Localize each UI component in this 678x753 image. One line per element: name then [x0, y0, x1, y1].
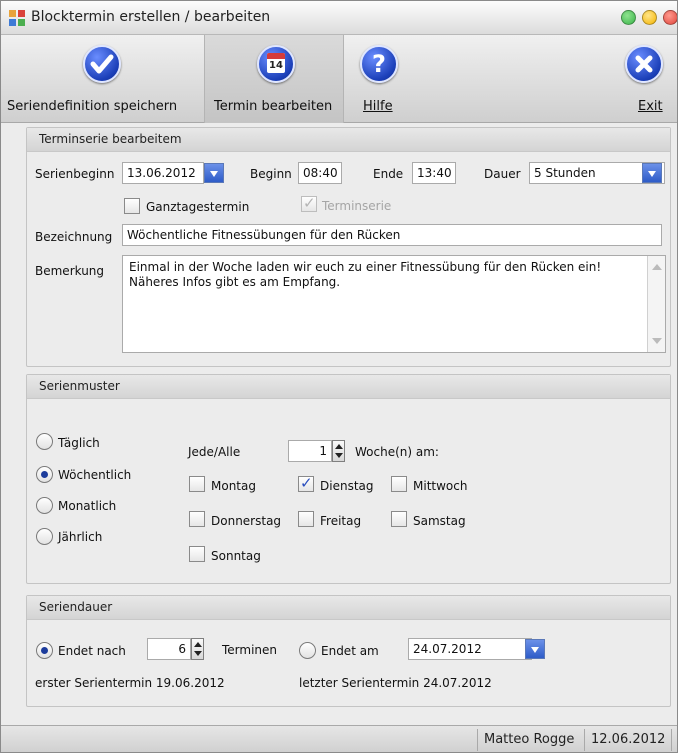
ende-time-field[interactable]: 13:40 — [412, 162, 456, 184]
beginn-time-field[interactable]: 08:40 — [298, 162, 342, 184]
save-series-label: Seriendefinition speichern — [7, 99, 178, 114]
endet-am-dropdown-button[interactable] — [525, 639, 545, 659]
terminen-label: Terminen — [222, 643, 278, 657]
day-checkbox-dienstag[interactable] — [298, 474, 314, 492]
dialog-window: Blocktermin erstellen / bearbeiten Serie… — [0, 0, 678, 753]
calendar-day-number: 14 — [269, 60, 283, 71]
bemerkung-line-1: Einmal in der Woche laden wir euch zu ei… — [129, 260, 602, 274]
day-label-samstag: Samstag — [413, 514, 466, 528]
first-occurrence-text: erster Serientermin 19.06.2012 — [35, 676, 225, 690]
ganztagestermin-label: Ganztagestermin — [146, 200, 250, 214]
endet-am-label: Endet am — [321, 644, 379, 658]
day-checkbox-mittwoch[interactable] — [391, 476, 407, 492]
help-icon: ? — [360, 45, 398, 83]
exit-label: Exit — [638, 99, 663, 114]
radio-woechentlich[interactable] — [36, 466, 53, 483]
count-spinner[interactable] — [191, 638, 204, 660]
jede-alle-label: Jede/Alle — [188, 445, 241, 459]
close-icon — [625, 45, 663, 83]
last-occurrence-text: letzter Serientermin 24.07.2012 — [299, 676, 492, 690]
count-field[interactable]: 6 — [147, 638, 191, 660]
radio-endet-nach[interactable] — [36, 642, 53, 659]
day-label-freitag: Freitag — [320, 514, 362, 528]
bezeichnung-field[interactable]: Wöchentliche Fitnessübungen für den Rück… — [122, 224, 662, 246]
edit-appointment-label: Termin bearbeiten — [214, 99, 333, 114]
checkmark-icon — [83, 45, 121, 83]
ende-label: Ende — [373, 167, 404, 181]
radio-jaehrlich[interactable] — [36, 528, 53, 545]
woche-label: Woche(n) am: — [355, 445, 439, 459]
beginn-label: Beginn — [250, 167, 292, 181]
maximize-button[interactable] — [642, 10, 657, 25]
edit-appointment-button[interactable]: 14 Termin bearbeiten — [204, 35, 344, 123]
bemerkung-line-2: Näheres Infos gibt es am Empfang. — [129, 275, 341, 289]
day-label-montag: Montag — [211, 479, 256, 493]
day-label-sonntag: Sonntag — [211, 549, 261, 563]
dauer-label: Dauer — [484, 167, 521, 181]
interval-spinner[interactable] — [332, 440, 345, 462]
day-label-dienstag: Dienstag — [320, 479, 374, 493]
bemerkung-label: Bemerkung — [35, 264, 105, 278]
jaehrlich-label: Jährlich — [58, 530, 103, 544]
serienmuster-header: Serienmuster — [27, 375, 670, 399]
radio-taeglich[interactable] — [36, 433, 53, 450]
woechentlich-label: Wöchentlich — [58, 468, 132, 482]
day-checkbox-freitag[interactable] — [298, 511, 314, 527]
bemerkung-textarea[interactable]: Einmal in der Woche laden wir euch zu ei… — [122, 255, 666, 353]
endet-nach-label: Endet nach — [58, 644, 126, 658]
monatlich-label: Monatlich — [58, 499, 117, 513]
scroll-down-arrow-icon[interactable] — [652, 338, 662, 344]
serienbeginn-label: Serienbeginn — [35, 167, 115, 181]
close-window-button[interactable] — [663, 10, 677, 25]
taeglich-label: Täglich — [58, 436, 100, 450]
terminserie-checkbox — [301, 194, 317, 212]
serienbeginn-field[interactable]: 13.06.2012 — [122, 162, 204, 184]
endet-am-date-field[interactable]: 24.07.2012 — [408, 638, 532, 660]
toolbar: Seriendefinition speichern 14 Termin bea… — [1, 35, 677, 123]
dauer-dropdown-button[interactable] — [642, 163, 662, 183]
day-label-donnerstag: Donnerstag — [211, 514, 282, 528]
day-checkbox-montag[interactable] — [189, 476, 205, 492]
interval-field[interactable]: 1 — [288, 440, 332, 462]
exit-button[interactable]: Exit — [601, 35, 677, 123]
help-label: Hilfe — [363, 99, 393, 114]
seriendauer-header: Seriendauer — [27, 596, 670, 620]
status-bar: Matteo Rogge 12.06.2012 — [1, 725, 677, 752]
day-checkbox-sonntag[interactable] — [189, 546, 205, 562]
radio-monatlich[interactable] — [36, 497, 53, 514]
bemerkung-scrollbar[interactable] — [647, 256, 665, 352]
radio-endet-am[interactable] — [299, 642, 316, 659]
title-bar: Blocktermin erstellen / bearbeiten — [1, 1, 677, 35]
bezeichnung-label: Bezeichnung — [35, 230, 113, 244]
terminserie-label: Terminserie — [322, 199, 392, 213]
help-button[interactable]: ? Hilfe — [344, 35, 414, 123]
serienbeginn-dropdown-button[interactable] — [204, 163, 224, 183]
terminserie-header: Terminserie bearbeitem — [27, 128, 670, 152]
minimize-button[interactable] — [621, 10, 636, 25]
app-icon — [9, 10, 25, 26]
day-checkbox-donnerstag[interactable] — [189, 511, 205, 527]
window-title: Blocktermin erstellen / bearbeiten — [31, 9, 271, 25]
day-label-mittwoch: Mittwoch — [413, 479, 468, 493]
day-checkbox-samstag[interactable] — [391, 511, 407, 527]
status-user: Matteo Rogge — [477, 729, 580, 751]
ganztagestermin-checkbox[interactable] — [124, 198, 140, 214]
help-glyph: ? — [372, 50, 386, 78]
scroll-up-arrow-icon[interactable] — [652, 264, 662, 270]
save-series-button[interactable]: Seriendefinition speichern — [1, 35, 204, 123]
calendar-icon: 14 — [257, 45, 295, 83]
status-date: 12.06.2012 — [584, 729, 673, 751]
